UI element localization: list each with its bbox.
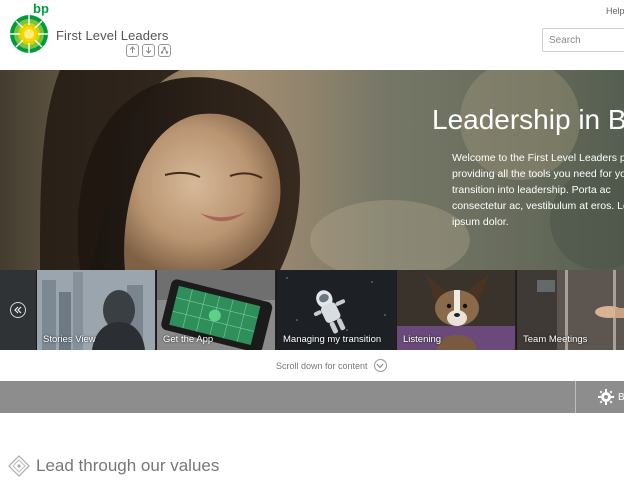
tile-label: Stories View bbox=[43, 334, 96, 345]
band-button-label: B bbox=[618, 391, 624, 403]
tile-label: Managing my transition bbox=[283, 334, 382, 345]
tile-stories-view[interactable]: Stories View bbox=[36, 270, 155, 350]
download-icon[interactable] bbox=[142, 44, 155, 57]
help-link[interactable]: Help bbox=[606, 6, 624, 16]
search-input[interactable] bbox=[542, 28, 624, 52]
section-title: Lead through our values bbox=[36, 456, 220, 475]
tile-managing-my-transition[interactable]: Managing my transition bbox=[276, 270, 395, 350]
chevron-down-icon[interactable] bbox=[373, 359, 387, 372]
carousel-prev-button[interactable] bbox=[0, 270, 36, 350]
section-nav-bar: B bbox=[0, 381, 624, 413]
tile-label: Get the App bbox=[163, 334, 214, 345]
tile-get-the-app[interactable]: Get the App bbox=[156, 270, 275, 350]
site-header: bp First Level Leaders Help Search bbox=[0, 0, 624, 70]
tile-label: Listening bbox=[403, 334, 442, 345]
feature-carousel: Stories View Get the App Managing my tra… bbox=[0, 270, 624, 350]
double-chevron-left-icon bbox=[10, 302, 26, 318]
hero-intro-text: Welcome to the First Level Leaders porta… bbox=[452, 152, 624, 228]
band-action-button[interactable]: B bbox=[575, 381, 624, 413]
upload-icon[interactable] bbox=[126, 44, 139, 57]
share-icon[interactable] bbox=[158, 44, 171, 57]
gear-icon bbox=[598, 389, 614, 405]
tile-listening[interactable]: Listening bbox=[396, 270, 515, 350]
diamond-icon bbox=[8, 455, 30, 477]
scroll-hint-label: Scroll down for content bbox=[276, 360, 368, 371]
tile-label: Team Meetings bbox=[523, 334, 588, 345]
hero-banner: Leadership in BP Welcome to the First Le… bbox=[0, 70, 624, 270]
site-title[interactable]: First Level Leaders bbox=[56, 28, 168, 43]
scroll-hint[interactable]: Scroll down for content bbox=[276, 359, 387, 372]
tile-team-meetings[interactable]: Team Meetings bbox=[516, 270, 624, 350]
hero-headline: Leadership in BP bbox=[432, 104, 624, 135]
logo-text: bp bbox=[33, 1, 49, 16]
values-section-header: Lead through our values bbox=[8, 455, 219, 477]
bp-logo[interactable]: bp bbox=[8, 0, 52, 56]
header-icon-group bbox=[126, 44, 171, 57]
